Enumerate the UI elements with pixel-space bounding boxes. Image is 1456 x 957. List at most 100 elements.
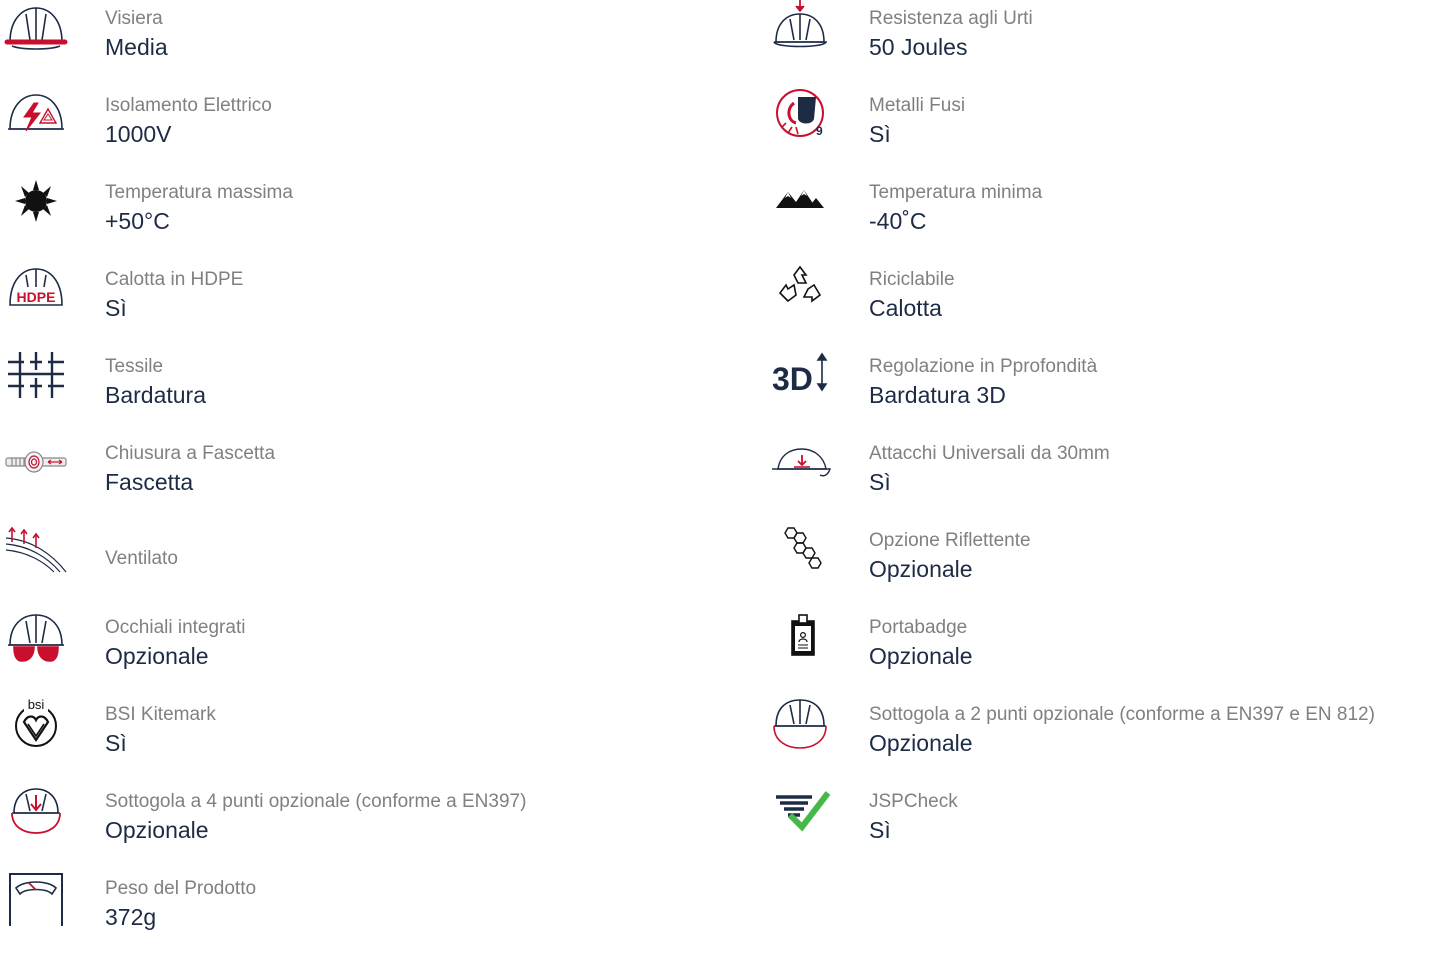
feature-value: Sì bbox=[869, 817, 891, 843]
feature-text: Temperatura minima -40˚C bbox=[869, 180, 1042, 236]
feature-value: -40˚C bbox=[869, 208, 927, 234]
feature-label: Tessile bbox=[105, 356, 164, 377]
feature-label: Opzione Riflettente bbox=[869, 530, 1031, 551]
feature-text: Temperatura massima +50°C bbox=[105, 180, 293, 236]
feature-text: Sottogola a 4 punti opzionale (conforme … bbox=[105, 789, 526, 845]
feature-text: BSI Kitemark Sì bbox=[105, 702, 216, 758]
feature-text: Peso del Prodotto 372g bbox=[105, 876, 256, 932]
feature-text: Opzione Riflettente Opzionale bbox=[869, 528, 1031, 584]
integrated-glasses-icon bbox=[4, 611, 68, 662]
feature-item-badge-holder: Portabadge Opzionale bbox=[764, 609, 1456, 696]
feature-item-ventilated: Ventilato bbox=[0, 522, 740, 609]
feature-value: Calotta bbox=[869, 295, 942, 321]
features-left-column: Visiera Media Isolamento Elettrico 1000V bbox=[0, 0, 740, 957]
feature-item-recyclable: Riciclabile Calotta bbox=[764, 261, 1456, 348]
feature-label: Temperatura minima bbox=[869, 182, 1043, 203]
feature-item-hdpe-shell: HDPE Calotta in HDPE Sì bbox=[0, 261, 740, 348]
chinstrap-4-point-icon bbox=[4, 785, 68, 835]
feature-item-product-weight: Peso del Prodotto 372g bbox=[0, 870, 740, 957]
feature-item-textile: Tessile Bardatura bbox=[0, 348, 740, 435]
features-right-column: Resistenza agli Urti 50 Joules 9 Metalli… bbox=[764, 0, 1456, 870]
feature-label: Occhiali integrati bbox=[105, 617, 246, 638]
feature-value: Opzionale bbox=[105, 817, 209, 843]
3d-depth-adjustment-icon: 3D bbox=[768, 350, 832, 400]
feature-label: Isolamento Elettrico bbox=[105, 95, 272, 116]
feature-label: Attacchi Universali da 30mm bbox=[869, 443, 1110, 464]
recycle-icon bbox=[768, 263, 832, 313]
badge-holder-icon bbox=[768, 611, 832, 661]
feature-value: +50°C bbox=[105, 208, 170, 234]
feature-label: Chiusura a Fascetta bbox=[105, 443, 276, 464]
feature-label: Regolazione in Pprofondità bbox=[869, 356, 1098, 377]
feature-item-ratchet-fastening: Chiusura a Fascetta Fascetta bbox=[0, 435, 740, 522]
textile-icon bbox=[4, 350, 68, 400]
svg-text:HDPE: HDPE bbox=[17, 289, 56, 305]
chinstrap-2-point-icon bbox=[768, 698, 832, 749]
feature-text: JSPCheck Sì bbox=[869, 789, 958, 845]
feature-value: Opzionale bbox=[869, 730, 973, 756]
feature-item-depth-adjustment: 3D Regolazione in Pprofondità Bardatura … bbox=[764, 348, 1456, 435]
feature-label: Riciclabile bbox=[869, 269, 955, 290]
feature-label: Peso del Prodotto bbox=[105, 878, 257, 899]
svg-text:9: 9 bbox=[816, 124, 823, 138]
feature-label: JSPCheck bbox=[869, 791, 958, 812]
feature-text: Tessile Bardatura bbox=[105, 354, 206, 410]
feature-item-chinstrap-2-point: Sottogola a 2 punti opzionale (conforme … bbox=[764, 696, 1456, 783]
feature-value: Opzionale bbox=[869, 556, 973, 582]
molten-metal-icon: 9 bbox=[768, 89, 832, 139]
feature-item-bsi-kitemark: bsi BSI Kitemark Sì bbox=[0, 696, 740, 783]
feature-item-jspcheck: JSPCheck Sì bbox=[764, 783, 1456, 870]
feature-item-reflective: Opzione Riflettente Opzionale bbox=[764, 522, 1456, 609]
feature-text: Sottogola a 2 punti opzionale (conforme … bbox=[869, 702, 1375, 758]
feature-value: Sì bbox=[105, 730, 127, 756]
feature-value: Opzionale bbox=[105, 643, 209, 669]
universal-slots-icon bbox=[768, 437, 832, 487]
svg-text:3D: 3D bbox=[772, 361, 813, 397]
feature-text: Isolamento Elettrico 1000V bbox=[105, 93, 272, 149]
bsi-kitemark-icon: bsi bbox=[4, 697, 68, 748]
feature-value: Sì bbox=[105, 295, 127, 321]
feature-item-electrical-insulation: Isolamento Elettrico 1000V bbox=[0, 87, 740, 174]
feature-label: Portabadge bbox=[869, 617, 968, 638]
hdpe-helmet-icon: HDPE bbox=[4, 263, 68, 313]
ratchet-fastening-icon bbox=[4, 437, 68, 487]
ventilation-icon bbox=[4, 524, 68, 574]
feature-value: 1000V bbox=[105, 121, 172, 147]
jspcheck-icon bbox=[768, 785, 832, 835]
feature-item-universal-slots: Attacchi Universali da 30mm Sì bbox=[764, 435, 1456, 522]
feature-text: Calotta in HDPE Sì bbox=[105, 267, 243, 323]
feature-value: Media bbox=[105, 34, 168, 60]
feature-item-impact-resistance: Resistenza agli Urti 50 Joules bbox=[764, 0, 1456, 87]
feature-text: Riciclabile Calotta bbox=[869, 267, 955, 323]
feature-label: Sottogola a 4 punti opzionale (conforme … bbox=[105, 791, 527, 812]
feature-text: Visiera Media bbox=[105, 6, 168, 62]
feature-value: 372g bbox=[105, 904, 157, 930]
feature-value: Opzionale bbox=[869, 643, 973, 669]
feature-label: Metalli Fusi bbox=[869, 95, 966, 116]
feature-value: Sì bbox=[869, 469, 891, 495]
feature-text: Metalli Fusi Sì bbox=[869, 93, 965, 149]
feature-label: BSI Kitemark bbox=[105, 704, 216, 725]
feature-item-max-temperature: Temperatura massima +50°C bbox=[0, 174, 740, 261]
feature-text: Attacchi Universali da 30mm Sì bbox=[869, 441, 1110, 497]
feature-label: Visiera bbox=[105, 8, 163, 29]
feature-text: Resistenza agli Urti 50 Joules bbox=[869, 6, 1033, 62]
feature-item-min-temperature: Temperatura minima -40˚C bbox=[764, 174, 1456, 261]
svg-text:bsi: bsi bbox=[28, 697, 45, 712]
feature-label: Calotta in HDPE bbox=[105, 269, 244, 290]
feature-label: Resistenza agli Urti bbox=[869, 8, 1033, 29]
feature-item-integrated-glasses: Occhiali integrati Opzionale bbox=[0, 609, 740, 696]
feature-item-visor: Visiera Media bbox=[0, 0, 740, 87]
feature-item-molten-metal: 9 Metalli Fusi Sì bbox=[764, 87, 1456, 174]
feature-text: Portabadge Opzionale bbox=[869, 615, 973, 671]
feature-text: Ventilato bbox=[105, 546, 178, 572]
scale-weight-icon bbox=[4, 872, 68, 926]
feature-label: Ventilato bbox=[105, 548, 178, 569]
feature-value: Fascetta bbox=[105, 469, 194, 495]
feature-label: Sottogola a 2 punti opzionale (conforme … bbox=[869, 704, 1375, 725]
electrical-insulation-icon bbox=[4, 89, 68, 139]
feature-value: 50 Joules bbox=[869, 34, 968, 60]
feature-value: Bardatura 3D bbox=[869, 382, 1006, 408]
feature-text: Chiusura a Fascetta Fascetta bbox=[105, 441, 275, 497]
visor-helmet-icon bbox=[4, 2, 68, 52]
